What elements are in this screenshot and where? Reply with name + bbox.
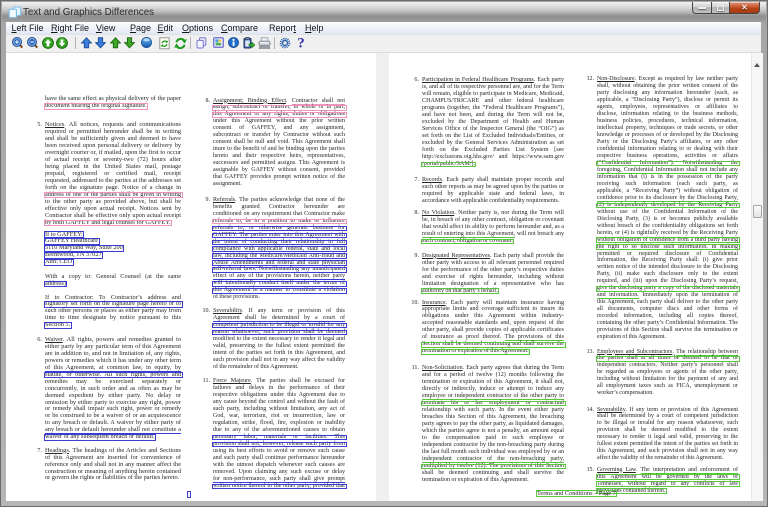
svg-text:?: ?	[297, 36, 305, 50]
